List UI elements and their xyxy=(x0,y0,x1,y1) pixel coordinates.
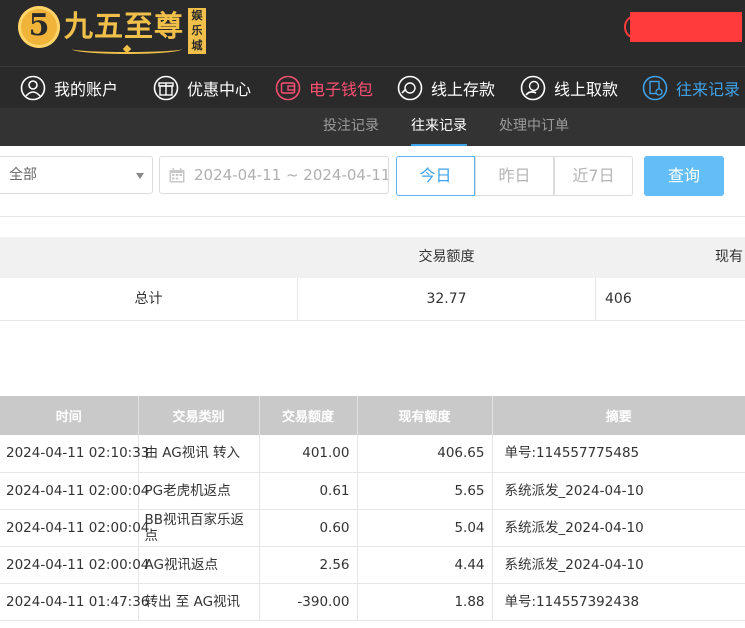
calendar-icon xyxy=(169,168,185,183)
cell-balance: 4.44 xyxy=(357,546,493,584)
filter-bar: 全部 2024-04-11 ~ 2024-04-11 今日 昨日 近7日 查询 xyxy=(0,146,745,217)
cell-time: 2024-04-11 02:00:04 xyxy=(0,546,149,584)
column-header-summary: 摘要 xyxy=(492,396,745,435)
user-icon xyxy=(20,75,46,101)
cell-time: 2024-04-11 01:47:36 xyxy=(0,583,149,621)
nav-item-wallet[interactable]: 电子钱包 xyxy=(275,67,373,109)
cell-balance: 5.04 xyxy=(357,509,493,547)
tab-bet-records[interactable]: 投注记录 xyxy=(323,108,379,146)
table-row: 2024-04-11 02:10:33 由 AG视讯 转入 401.00 406… xyxy=(0,435,745,473)
today-button[interactable]: 今日 xyxy=(396,156,475,196)
date-range-input[interactable]: 2024-04-11 ~ 2024-04-11 xyxy=(159,156,389,194)
logo-title: 九五至尊 xyxy=(64,9,185,43)
table-header-row: 时间 交易类别 交易额度 现有额度 摘要 xyxy=(0,396,745,435)
nav-item-withdraw[interactable]: 线上取款 xyxy=(520,67,618,109)
cell-time: 2024-04-11 02:00:04 xyxy=(0,509,149,547)
logo-badge: 娱乐城 xyxy=(188,8,207,54)
column-header-balance: 现有额度 xyxy=(357,396,493,435)
records-icon xyxy=(642,75,668,101)
nav-item-records[interactable]: 往来记录 xyxy=(642,67,740,109)
last-7-days-button[interactable]: 近7日 xyxy=(554,156,633,196)
cell-type: AG视讯返点 xyxy=(138,546,260,584)
column-header-amount: 交易额度 xyxy=(259,396,358,435)
cell-time: 2024-04-11 02:10:33 xyxy=(0,435,149,473)
table-row: 2024-04-11 02:00:04 AG视讯返点 2.56 4.44 系统派… xyxy=(0,546,745,584)
cell-type: 由 AG视讯 转入 xyxy=(138,435,260,473)
redacted-user-info[interactable] xyxy=(630,12,742,42)
table-row: 2024-04-11 01:47:36 转出 至 AG视讯 -390.00 1.… xyxy=(0,583,745,621)
cell-balance: 1.88 xyxy=(357,583,493,621)
summary-row: 总计 32.77 406 xyxy=(0,278,745,321)
main-nav: 我的账户 优惠中心 电子钱包 线上存款 线上取款 往来记录 xyxy=(0,66,745,109)
sub-nav: 投注记录 往来记录 处理中订单 xyxy=(0,108,745,146)
cell-summary: 系统派发_2024-04-10 xyxy=(492,546,745,584)
summary-total-amount: 32.77 xyxy=(298,278,596,320)
cell-summary: 单号:114557775485 xyxy=(492,435,745,473)
cell-time: 2024-04-11 02:00:04 xyxy=(0,472,149,510)
records-table: 时间 交易类别 交易额度 现有额度 摘要 2024-04-11 02:10:33… xyxy=(0,396,745,621)
top-header: 5 九五至尊 娱乐城 xyxy=(0,0,745,66)
table-row: 2024-04-11 02:00:04 PG老虎机返点 0.61 5.65 系统… xyxy=(0,472,745,510)
withdraw-icon xyxy=(520,75,546,101)
nav-item-promotions[interactable]: 优惠中心 xyxy=(153,67,251,109)
cell-balance: 5.65 xyxy=(357,472,493,510)
column-header-type: 交易类别 xyxy=(138,396,260,435)
summary-total-balance: 406 xyxy=(605,291,632,307)
wallet-icon xyxy=(275,75,301,101)
nav-item-account[interactable]: 我的账户 xyxy=(20,67,118,109)
cell-amount: 2.56 xyxy=(259,546,358,584)
cell-balance: 406.65 xyxy=(357,435,493,473)
summary-header-balance: 现有 xyxy=(715,249,743,265)
summary-header-amount: 交易额度 xyxy=(418,249,475,265)
yesterday-button[interactable]: 昨日 xyxy=(475,156,554,196)
type-select[interactable]: 全部 xyxy=(0,156,153,194)
table-row: 2024-04-11 02:00:04 BB视讯百家乐返点 0.60 5.04 … xyxy=(0,509,745,547)
cell-summary: 系统派发_2024-04-10 xyxy=(492,472,745,510)
gift-icon xyxy=(153,75,179,101)
cell-amount: 0.60 xyxy=(259,509,358,547)
summary-total-label: 总计 xyxy=(0,278,298,320)
tab-pending-orders[interactable]: 处理中订单 xyxy=(499,108,569,146)
cell-type: 转出 至 AG视讯 xyxy=(138,583,260,621)
cell-amount: 0.61 xyxy=(259,472,358,510)
nav-item-deposit[interactable]: 线上存款 xyxy=(397,67,495,109)
column-header-time: 时间 xyxy=(0,396,139,435)
summary-header: 交易额度 现有 xyxy=(0,237,745,278)
cell-summary: 单号:114557392438 xyxy=(492,583,745,621)
cell-type: PG老虎机返点 xyxy=(138,472,260,510)
deposit-icon xyxy=(397,75,423,101)
tab-transaction-records[interactable]: 往来记录 xyxy=(411,108,467,146)
cell-amount: -390.00 xyxy=(259,583,358,621)
cell-summary: 系统派发_2024-04-10 xyxy=(492,509,745,547)
logo-emblem: 5 xyxy=(18,6,60,48)
caret-down-icon xyxy=(136,173,144,179)
cell-amount: 401.00 xyxy=(259,435,358,473)
search-button[interactable]: 查询 xyxy=(644,156,724,196)
cell-type: BB视讯百家乐返点 xyxy=(138,509,260,547)
